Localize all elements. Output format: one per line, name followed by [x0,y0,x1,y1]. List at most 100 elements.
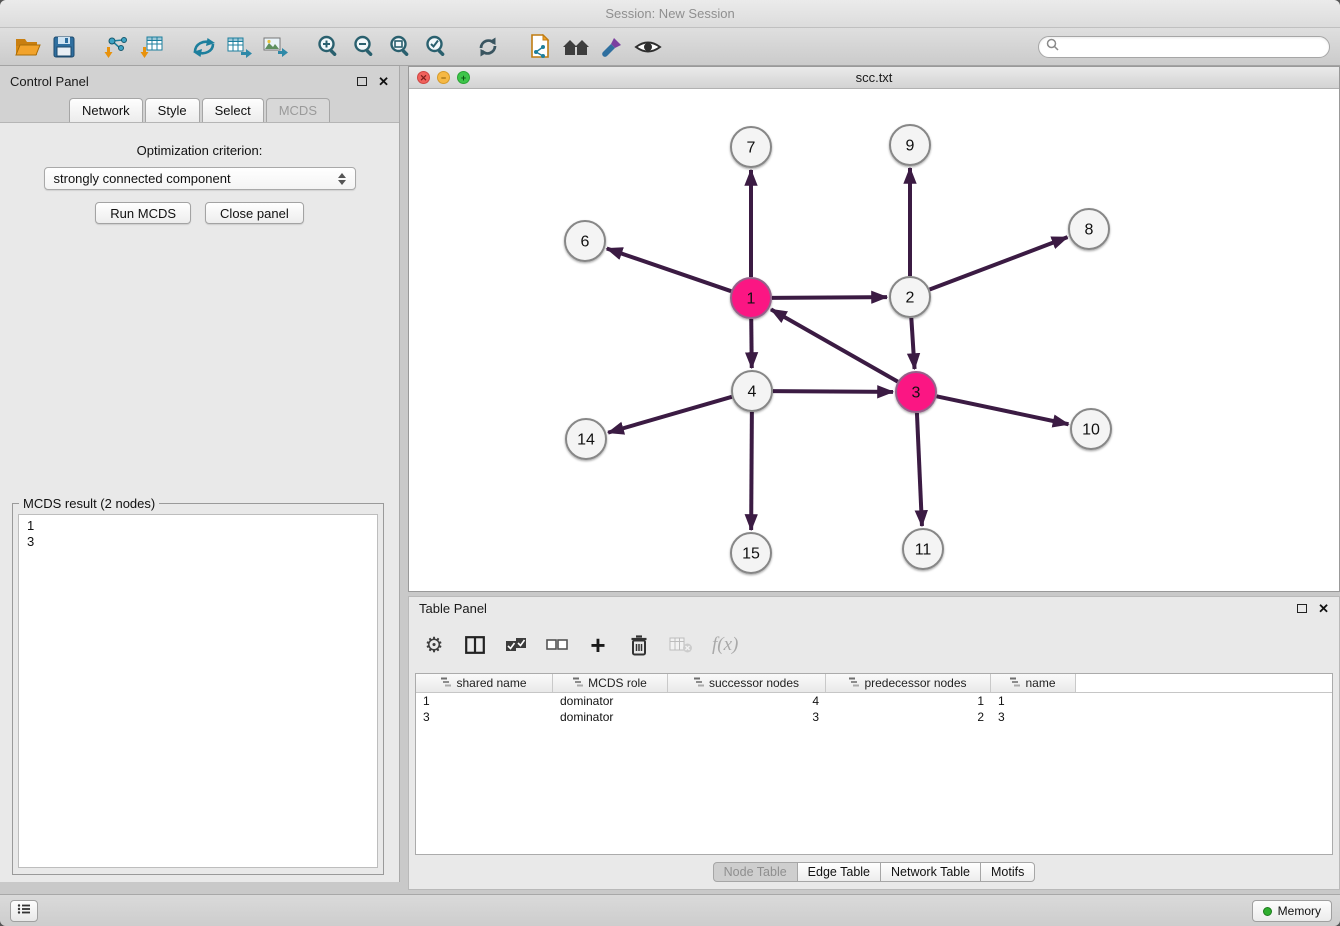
graph-node-6[interactable]: 6 [565,221,605,261]
edge-1-6[interactable] [607,248,731,291]
graph-node-11[interactable]: 11 [903,529,943,569]
mcds-result-list[interactable]: 13 [18,514,378,868]
add-row-icon[interactable]: + [587,630,609,660]
criterion-dropdown[interactable]: strongly connected component [44,167,356,190]
search-icon [1046,38,1059,56]
tab-network[interactable]: Network [69,98,143,122]
graph-svg[interactable]: 7 9 6 8 1 2 4 3 14 10 15 11 [409,89,1339,590]
edge-3-1[interactable] [771,309,898,381]
control-panel-body: Optimization criterion: strongly connect… [0,122,399,882]
table-cell[interactable]: 1 [991,693,1076,709]
graph-node-8[interactable]: 8 [1069,209,1109,249]
task-history-button[interactable] [10,900,38,922]
eye-icon[interactable] [630,31,666,63]
maximize-window-icon[interactable]: + [457,71,470,84]
edge-2-3[interactable] [911,318,914,369]
minimize-window-icon[interactable]: − [437,71,450,84]
column-sort-icon [441,676,451,690]
graph-node-2[interactable]: 2 [890,277,930,317]
edge-2-8[interactable] [930,237,1068,289]
edge-3-11[interactable] [917,413,922,526]
edge-4-15[interactable] [751,412,752,530]
graph-node-1[interactable]: 1 [731,278,771,318]
open-folder-icon[interactable] [10,31,46,63]
graph-node-15[interactable]: 15 [731,533,771,573]
columns-icon[interactable] [464,630,486,660]
table-cell[interactable]: 1 [826,693,991,709]
node-label: 11 [915,542,932,559]
zoom-fit-icon[interactable] [382,31,418,63]
function-builder-icon: f(x) [712,630,738,660]
zoom-in-icon[interactable] [310,31,346,63]
tab-edge-table[interactable]: Edge Table [797,862,881,882]
table-cell[interactable]: 1 [416,693,553,709]
tab-style[interactable]: Style [145,98,200,122]
close-window-icon[interactable]: ✕ [417,71,430,84]
export-image-icon[interactable] [258,31,294,63]
network-canvas[interactable]: 7 9 6 8 1 2 4 3 14 10 15 11 [409,89,1339,591]
close-panel-icon[interactable]: ✕ [378,75,389,88]
column-header-shared-name[interactable]: shared name [416,674,553,692]
float-panel-icon[interactable] [357,77,367,86]
table-cell[interactable]: 3 [416,709,553,725]
table-row[interactable]: 1dominator411 [416,693,1332,709]
run-mcds-button[interactable]: Run MCDS [95,202,191,224]
node-table: shared nameMCDS rolesuccessor nodesprede… [415,673,1333,855]
memory-status-icon [1263,907,1272,916]
select-all-checkbox-icon[interactable] [505,630,527,660]
search-field[interactable] [1038,36,1330,58]
refresh-icon[interactable] [470,31,506,63]
table-cell[interactable]: 4 [668,693,826,709]
home-icon[interactable] [558,31,594,63]
graph-node-9[interactable]: 9 [890,125,930,165]
deselect-all-checkbox-icon[interactable] [546,630,568,660]
delete-row-icon[interactable] [628,630,650,660]
column-header-name[interactable]: name [991,674,1076,692]
column-header-MCDS-role[interactable]: MCDS role [553,674,668,692]
table-cell[interactable]: 3 [991,709,1076,725]
edge-4-14[interactable] [608,397,732,433]
toolbar-separator [294,28,310,65]
table-cell[interactable]: 3 [668,709,826,725]
layout-icon[interactable] [186,31,222,63]
tab-select[interactable]: Select [202,98,264,122]
table-cell[interactable]: dominator [553,693,668,709]
close-panel-button[interactable]: Close panel [205,202,304,224]
edge-1-4[interactable] [751,319,752,368]
save-icon[interactable] [46,31,82,63]
graph-node-4[interactable]: 4 [732,371,772,411]
float-table-panel-icon[interactable] [1297,604,1307,613]
column-header-successor-nodes[interactable]: successor nodes [668,674,826,692]
tab-mcds[interactable]: MCDS [266,98,330,122]
node-label: 7 [747,140,756,157]
column-header-predecessor-nodes[interactable]: predecessor nodes [826,674,991,692]
import-table-icon[interactable] [134,31,170,63]
close-table-panel-icon[interactable]: ✕ [1318,602,1329,615]
import-network-icon[interactable] [98,31,134,63]
graph-node-3[interactable]: 3 [896,372,936,412]
table-panel: Table Panel ✕ ⚙+f(x) shared nameMCDS rol… [408,596,1340,890]
graph-node-14[interactable]: 14 [566,419,606,459]
brush-icon[interactable] [594,31,630,63]
tab-node-table[interactable]: Node Table [713,862,798,882]
graph-node-7[interactable]: 7 [731,127,771,167]
edge-4-3[interactable] [773,391,893,392]
window-title: Session: New Session [605,6,734,21]
export-table-icon[interactable] [222,31,258,63]
window-titlebar[interactable]: Session: New Session [0,0,1340,28]
gear-icon[interactable]: ⚙ [423,630,445,660]
search-input[interactable] [1063,40,1322,54]
memory-button[interactable]: Memory [1252,900,1332,922]
zoom-out-icon[interactable] [346,31,382,63]
tab-motifs[interactable]: Motifs [980,862,1035,882]
table-cell[interactable]: dominator [553,709,668,725]
graph-node-10[interactable]: 10 [1071,409,1111,449]
zoom-selected-icon[interactable] [418,31,454,63]
network-window-titlebar[interactable]: ✕ − + scc.txt [409,67,1339,89]
table-cell[interactable]: 2 [826,709,991,725]
edge-3-10[interactable] [937,396,1069,424]
tab-network-table[interactable]: Network Table [880,862,981,882]
edge-1-2[interactable] [772,297,887,298]
table-row[interactable]: 3dominator323 [416,709,1332,725]
share-document-icon[interactable] [522,31,558,63]
